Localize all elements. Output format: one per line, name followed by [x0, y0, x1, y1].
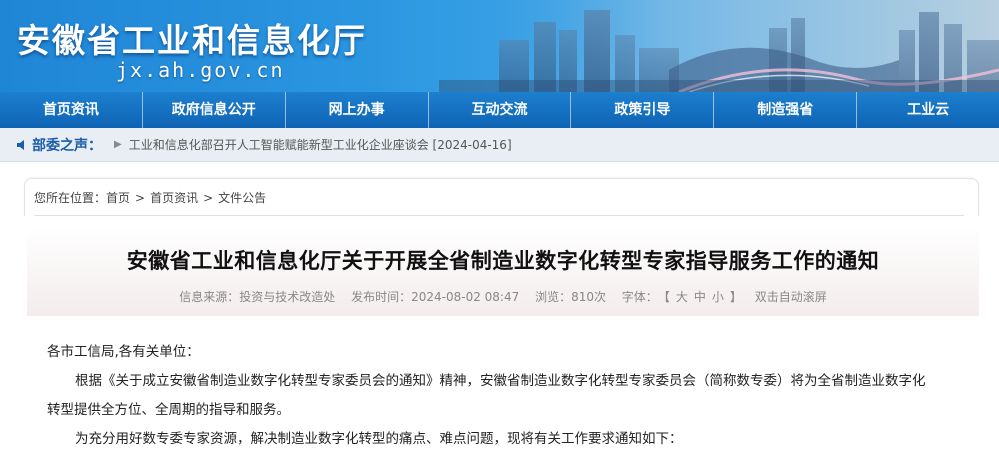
city-skyline-image [439, 0, 999, 92]
font-size-medium-button[interactable]: 中 [694, 290, 706, 304]
article-paragraph: 各市工信局,各有关单位： [47, 344, 200, 360]
meta-bracket-close: 】 [729, 290, 742, 304]
meta-source: 信息来源：投资与技术改造处 [179, 290, 336, 304]
nav-item-policy[interactable]: 政策引导 [571, 92, 715, 128]
divider [34, 215, 964, 216]
nav-item-industry-cloud[interactable]: 工业云 [857, 92, 999, 128]
article-paragraph: 为充分用好数专委专家资源，解决制造业数字化转型的痛点、难点问题，现将有关工作要求… [75, 431, 683, 447]
main-nav: 首页资讯 政府信息公开 网上办事 互动交流 政策引导 制造强省 工业云 [0, 92, 999, 128]
article-meta: 信息来源：投资与技术改造处 发布时间：2024-08-02 08:47 浏览：8… [27, 288, 979, 305]
ticker-news-link[interactable]: 工业和信息化部召开人工智能赋能新型工业化企业座谈会 [2024-04-16] [129, 136, 512, 153]
nav-item-home-news[interactable]: 首页资讯 [0, 92, 143, 128]
breadcrumb-home-link[interactable]: 首页 [106, 189, 130, 206]
breadcrumb-prefix: 您所在位置： [34, 191, 107, 205]
article-title: 安徽省工业和信息化厅关于开展全省制造业数字化转型专家指导服务工作的通知 [126, 249, 880, 273]
meta-views: 浏览：810次 [535, 290, 606, 304]
site-title: 安徽省工业和信息化厅 [17, 21, 367, 60]
article-paragraph: 转型提供全方位、全周期的指导和服务。 [47, 402, 290, 418]
ticker-arrow-icon: ▶ [114, 139, 122, 150]
article-paragraph: 根据《关于成立安徽省制造业数字化转型专家委员会的通知》精神，安徽省制造业数字化转… [75, 373, 926, 389]
font-size-large-button[interactable]: 大 [676, 290, 688, 304]
breadcrumb-notices-link[interactable]: 文件公告 [218, 189, 266, 206]
ticker-label: 部委之声： [32, 137, 102, 154]
news-ticker: 部委之声： ▶ 工业和信息化部召开人工智能赋能新型工业化企业座谈会 [2024-… [0, 128, 999, 162]
breadcrumb-news-link[interactable]: 首页资讯 [150, 189, 198, 206]
site-banner: 安徽省工业和信息化厅 jx.ah.gov.cn [0, 0, 999, 92]
nav-item-online-services[interactable]: 网上办事 [286, 92, 429, 128]
meta-font-label: 字体： [621, 290, 658, 304]
auto-scroll-toggle[interactable]: 双击自动滚屏 [755, 290, 827, 304]
nav-item-interaction[interactable]: 互动交流 [429, 92, 572, 128]
article-header: 安徽省工业和信息化厅关于开展全省制造业数字化转型专家指导服务工作的通知 信息来源… [27, 226, 979, 316]
meta-publish-time: 发布时间：2024-08-02 08:47 [351, 290, 520, 304]
font-size-small-button[interactable]: 小 [712, 290, 724, 304]
breadcrumb: 您所在位置： 首页 > 首页资讯 > 文件公告 [24, 178, 979, 216]
nav-item-gov-info[interactable]: 政府信息公开 [143, 92, 286, 128]
site-domain: jx.ah.gov.cn [116, 58, 285, 82]
meta-bracket-open: 【 [663, 290, 670, 304]
breadcrumb-separator: > [203, 190, 214, 205]
breadcrumb-separator: > [135, 190, 146, 205]
speaker-icon [17, 139, 24, 150]
nav-item-manufacturing[interactable]: 制造强省 [714, 92, 858, 128]
